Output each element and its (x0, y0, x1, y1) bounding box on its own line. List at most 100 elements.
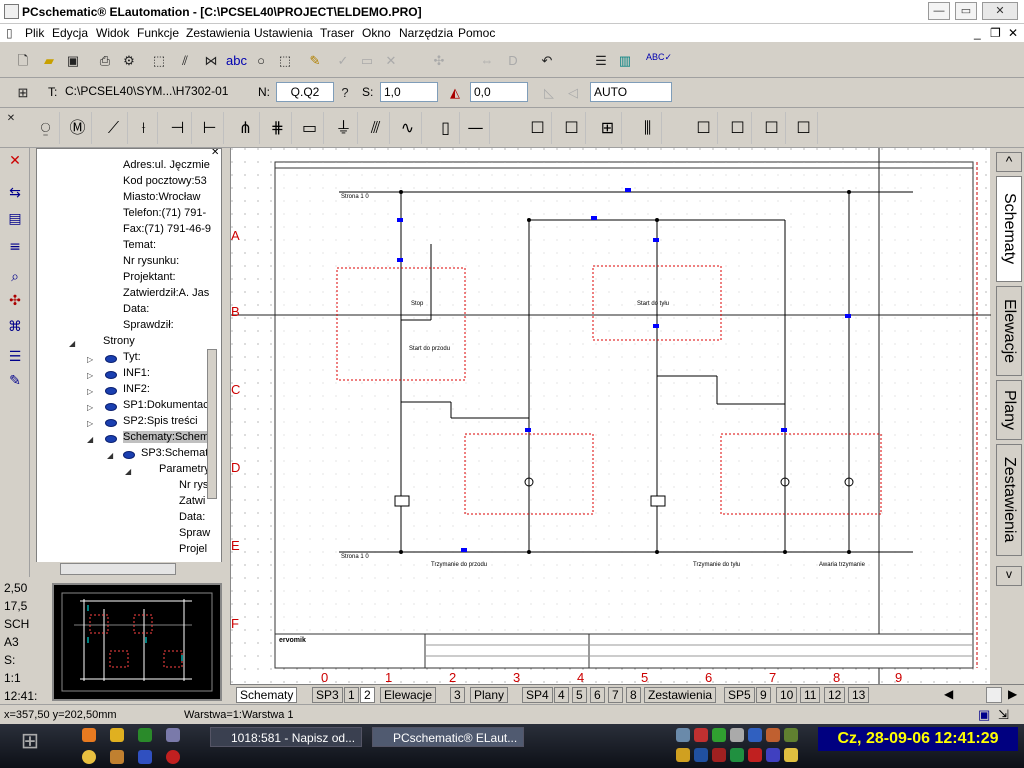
tabs-scroll-down-button[interactable]: v (996, 566, 1022, 586)
pushbutton-symbol-icon[interactable]: ⊣ (164, 112, 192, 144)
help-query-icon[interactable]: ? (336, 84, 354, 102)
component-icon[interactable]: ⊞ (14, 84, 32, 102)
tree-item[interactable]: INF2: (123, 383, 150, 395)
page-tab[interactable]: SP5 (724, 687, 755, 703)
menu-edycja[interactable]: Edycja (52, 26, 88, 40)
save-icon[interactable]: ▣ (64, 52, 82, 70)
frame4-symbol-icon[interactable]: ☐ (724, 112, 752, 144)
wire-symbol-icon[interactable]: — (462, 112, 490, 144)
tree-item[interactable]: SP2:Spis treści (123, 415, 198, 427)
folder-icon[interactable] (110, 728, 124, 742)
tray-icon[interactable] (748, 748, 762, 762)
tray-icon[interactable] (730, 748, 744, 762)
app-icon[interactable] (166, 728, 180, 742)
switch3-symbol-icon[interactable]: ⫻ (362, 112, 390, 144)
tree-item[interactable]: Zatwi (179, 495, 205, 507)
expand-arrow-icon[interactable]: ▷ (87, 371, 93, 380)
line-icon[interactable]: ⫽ (176, 52, 194, 70)
mode-select[interactable]: AUTO (590, 82, 672, 102)
opera-icon[interactable] (166, 750, 180, 764)
tree-item[interactable]: Projel (179, 543, 207, 555)
tree-item[interactable]: Sprawdził: (123, 319, 174, 331)
terminal-symbol-icon[interactable]: ⊞ (594, 112, 622, 144)
page-tab-zestawienia[interactable]: Zestawienia (644, 687, 717, 703)
collapse-arrow-icon[interactable]: ◢ (87, 435, 93, 444)
tree-scrollbar-thumb[interactable] (207, 349, 217, 499)
text-icon[interactable]: abc (226, 52, 247, 70)
page-tab[interactable]: 3 (450, 687, 465, 703)
print-setup-icon[interactable]: ⚙ (120, 52, 138, 70)
tab-schematy[interactable]: Schematy (996, 176, 1022, 282)
tray-icon[interactable] (694, 748, 708, 762)
collapse-arrow-icon[interactable]: ◢ (125, 467, 131, 476)
menu-plik[interactable]: Plik (25, 26, 44, 40)
contactor-symbol-icon[interactable]: ⫼ (634, 112, 662, 144)
tab-elewacje[interactable]: Elewacje (996, 286, 1022, 376)
edit-doc-icon[interactable]: ✎ (6, 372, 24, 390)
close-button[interactable]: ✕ (982, 2, 1018, 20)
tree-item[interactable]: Zatwierdził:A. Jas (123, 287, 209, 299)
thermal-symbol-icon[interactable]: ∿ (394, 112, 422, 144)
symbol-icon[interactable]: ⋈ (202, 52, 220, 70)
tray-icon[interactable] (730, 728, 744, 742)
frame1-symbol-icon[interactable]: ☐ (524, 112, 552, 144)
circle-icon[interactable]: ○ (252, 52, 270, 70)
tree-item[interactable]: Temat: (123, 239, 156, 251)
tray-icon[interactable] (784, 748, 798, 762)
open-folder-icon[interactable]: ▰ (40, 52, 58, 70)
pencil-icon[interactable]: ✎ (306, 52, 324, 70)
print-icon[interactable]: ⎙ (96, 52, 114, 70)
timer2-symbol-icon[interactable]: ⋕ (264, 112, 292, 144)
undo-icon[interactable]: ↶ (538, 52, 556, 70)
taskbar-task-mail[interactable]: 1018:581 - Napisz od... (210, 727, 362, 747)
page-tab[interactable]: SP4 (522, 687, 553, 703)
page-tab[interactable]: 7 (608, 687, 623, 703)
scale-select[interactable]: 1,0 (380, 82, 438, 102)
expand-arrow-icon[interactable]: ▷ (87, 403, 93, 412)
smiley-icon[interactable] (82, 750, 96, 764)
new-file-icon[interactable]: 🗋 (14, 52, 32, 70)
page-tab[interactable]: 9 (756, 687, 771, 703)
tree-item[interactable]: Kod pocztowy:53 (123, 175, 207, 187)
document-list-icon[interactable]: ☰ (6, 348, 24, 366)
page-tab-schematy[interactable]: Schematy (236, 687, 298, 703)
expand-arrow-icon[interactable]: ▷ (87, 419, 93, 428)
page-tab[interactable]: 10 (776, 687, 798, 703)
book-icon[interactable]: ▥ (616, 52, 634, 70)
taskbar-task-pcschematic[interactable]: PCschematic® ELaut... (372, 727, 524, 747)
page-tab[interactable]: 4 (554, 687, 569, 703)
page-tab[interactable]: 6 (590, 687, 605, 703)
tabs-scroll-up-button[interactable]: ^ (996, 152, 1022, 172)
tree-item[interactable]: Data: (179, 511, 205, 523)
tray-icon[interactable] (676, 748, 690, 762)
tree-item[interactable]: Spraw (179, 527, 210, 539)
collapse-arrow-icon[interactable]: ◢ (69, 339, 75, 348)
tree-item[interactable]: Tyt: (123, 351, 141, 363)
menu-traser[interactable]: Traser (320, 26, 354, 40)
tray-icon[interactable] (766, 748, 780, 762)
tree-item[interactable]: Parametry (159, 463, 210, 475)
select-icon[interactable]: ⬚ (150, 52, 168, 70)
tool-icon[interactable] (110, 750, 124, 764)
tree-item-strony[interactable]: Strony (103, 335, 135, 347)
page-preview[interactable] (52, 583, 222, 701)
tree-item[interactable]: Nr rysunku: (123, 255, 179, 267)
delete-tool-icon[interactable]: ✕ (6, 152, 24, 170)
page-tab[interactable]: 11 (800, 687, 821, 703)
frame5-symbol-icon[interactable]: ☐ (758, 112, 786, 144)
tree-item-schematy[interactable]: Schematy:Schem (123, 431, 210, 443)
disk-icon[interactable] (138, 750, 152, 764)
tree-item[interactable]: Fax:(71) 791-46-9 (123, 223, 211, 235)
mdi-restore-button[interactable]: ❐ (990, 26, 1001, 40)
tree-item[interactable]: INF1: (123, 367, 150, 379)
tray-icon[interactable] (712, 748, 726, 762)
frame6-symbol-icon[interactable]: ☐ (790, 112, 818, 144)
zoom-icon[interactable]: ⌕ (6, 268, 24, 286)
contact-nc-symbol-icon[interactable]: ⟊ (130, 112, 158, 144)
menu-ustawienia[interactable]: Ustawienia (254, 26, 313, 40)
menu-pomoc[interactable]: Pomoc (458, 26, 495, 40)
book-page-icon[interactable]: ▤ (6, 210, 24, 228)
tree-item[interactable]: Projektant: (123, 271, 176, 283)
area-select-icon[interactable]: ⬚ (276, 52, 294, 70)
mdi-close-button[interactable]: ✕ (1008, 26, 1018, 40)
